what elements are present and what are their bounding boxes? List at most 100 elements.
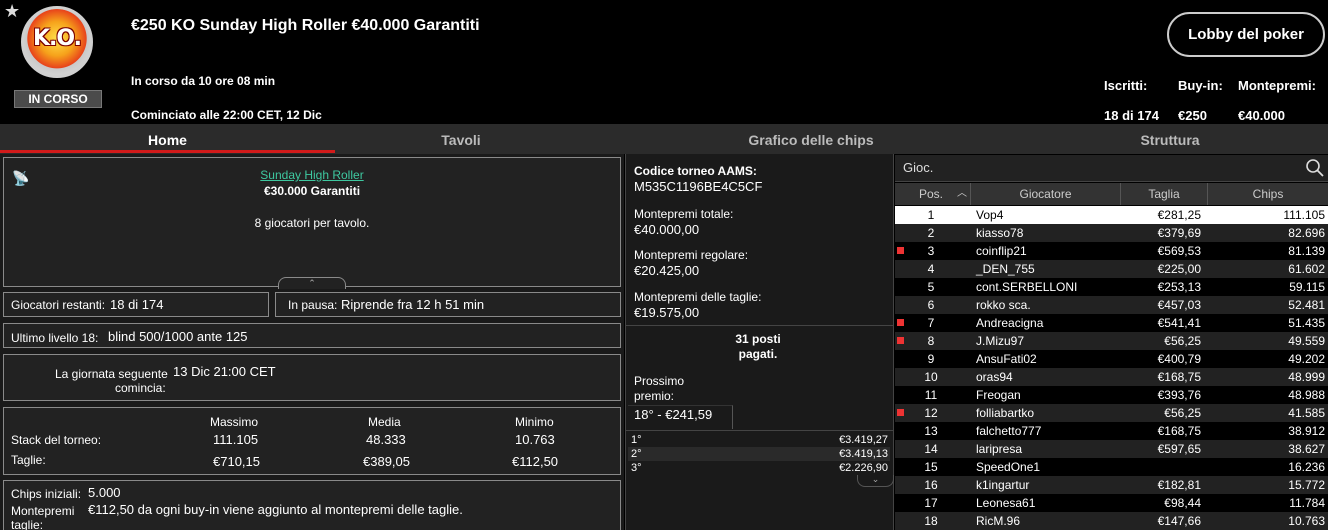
tab-tables[interactable]: Tavoli [335,124,587,154]
row-chips: 38.627 [1288,442,1325,456]
row-player-name: cont.SERBELLONI [976,280,1078,294]
row-player-name: Andreacigna [976,316,1044,330]
column-header-player[interactable]: Giocatore [971,183,1121,205]
table-row[interactable]: 18 RicM.96 €147,66 10.763 [895,512,1328,530]
table-row[interactable]: 3 coinflip21 €569,53 81.139 [895,242,1328,260]
prize-row: 3° €2.226,90 [628,461,890,475]
row-player-name: Leonesa61 [976,496,1036,510]
row-position: 6 [927,298,935,312]
stack-min-header: Minimo [515,415,554,429]
row-position: 7 [927,316,935,330]
start-time: Cominciato alle 22:00 CET, 12 Dic [131,108,322,122]
collapse-chevron-icon[interactable]: ⌃ [278,277,346,289]
row-chips: 82.696 [1288,226,1325,240]
table-row[interactable]: 14 laripresa €597,65 38.627 [895,440,1328,458]
tab-structure[interactable]: Struttura [1000,124,1328,154]
sort-chevron-up-icon[interactable]: ︿ [957,183,967,205]
flag-icon [897,409,904,416]
row-chips: 38.912 [1288,424,1325,438]
active-tab-indicator [0,150,335,153]
row-chips: 16.236 [1288,460,1325,474]
table-row[interactable]: 4 _DEN_755 €225,00 61.602 [895,260,1328,278]
row-player-name: k1ingartur [976,478,1030,492]
paid-places-2: pagati. [738,347,778,361]
row-player-name: RicM.96 [976,514,1021,528]
row-chips: 51.435 [1288,316,1325,330]
row-bounty: €182,81 [1157,478,1201,492]
table-row[interactable]: 15 SpeedOne1 16.236 [895,458,1328,476]
poker-lobby-button[interactable]: Lobby del poker [1167,12,1325,57]
table-row[interactable]: 16 k1ingartur €182,81 15.772 [895,476,1328,494]
next-day-label: La giornata seguente [55,367,168,381]
regular-prize-value: €20.425,00 [634,263,700,278]
tournament-title: €250 KO Sunday High Roller €40.000 Garan… [131,17,480,34]
row-chips: 15.772 [1288,478,1325,492]
row-player-name: _DEN_755 [976,262,1035,276]
tab-chip-chart[interactable]: Grafico delle chips [620,124,1002,154]
favorite-star-icon[interactable]: ★ [4,2,20,20]
buyin-value: €250 [1178,108,1207,123]
row-player-name: oras94 [976,370,1013,384]
row-player-name: rokko sca. [976,298,1031,312]
row-chips: 59.115 [1289,280,1325,294]
column-header-position[interactable]: Pos. ︿ [895,183,971,205]
row-position: 12 [924,406,938,420]
row-position: 4 [927,262,935,276]
table-row[interactable]: 12 folliabartko €56,25 41.585 [895,404,1328,422]
row-position: 18 [924,514,938,528]
bounty-avg-value: €389,05 [363,454,410,469]
column-header-chips[interactable]: Chips [1208,183,1328,205]
table-row[interactable]: 7 Andreacigna €541,41 51.435 [895,314,1328,332]
search-icon[interactable] [1305,158,1325,178]
row-position: 8 [927,334,935,348]
table-row[interactable]: 1 Vop4 €281,25 111.105 [895,206,1328,224]
pause-value: Riprende fra 12 h 51 min [341,297,485,312]
registered-value: 18 di 174 [1104,108,1159,123]
column-header-bounty[interactable]: Taglia [1121,183,1208,205]
next-day-value: 13 Dic 21:00 CET [173,364,276,379]
table-row[interactable]: 17 Leonesa61 €98,44 11.784 [895,494,1328,512]
table-row[interactable]: 9 AnsuFati02 €400,79 49.202 [895,350,1328,368]
row-position: 3 [927,244,935,258]
remaining-players-label: Giocatori restanti: [11,298,106,312]
table-row[interactable]: 2 kiasso78 €379,69 82.696 [895,224,1328,242]
last-level-value: blind 500/1000 ante 125 [108,329,248,344]
initial-chips-value: 5.000 [88,485,121,500]
initial-chips-label: Chips iniziali: [11,487,82,501]
row-bounty: €393,76 [1157,388,1201,402]
row-chips: 111.105 [1283,208,1325,222]
stack-avg-value: 48.333 [366,432,406,447]
row-position: 9 [927,352,935,366]
bounty-max-value: €710,15 [213,454,260,469]
prizepool-label: Montepremi: [1238,78,1316,93]
table-row[interactable]: 13 falchetto777 €168,75 38.912 [895,422,1328,440]
row-player-name: Freogan [976,388,1021,402]
row-chips: 48.999 [1288,370,1325,384]
satellite-link[interactable]: Sunday High Roller [3,168,621,182]
row-bounty: €56,25 [1164,334,1201,348]
table-row[interactable]: 11 Freogan €393,76 48.988 [895,386,1328,404]
aams-code-value: M535C1196BE4C5CF [634,179,763,194]
table-row[interactable]: 5 cont.SERBELLONI €253,13 59.115 [895,278,1328,296]
expand-chevron-icon[interactable]: ⌄ [857,475,894,487]
running-time: In corso da 10 ore 08 min [131,74,276,88]
row-chips: 52.481 [1288,298,1325,312]
row-bounty [1121,458,1201,476]
total-prize-value: €40.000,00 [634,222,700,237]
last-level-label: Ultimo livello 18: [11,331,99,345]
row-bounty: €281,25 [1157,208,1201,222]
row-chips: 61.602 [1288,262,1325,276]
stack-min-value: 10.763 [515,432,555,447]
row-position: 13 [924,424,938,438]
row-player-name: SpeedOne1 [976,460,1041,474]
table-row[interactable]: 8 J.Mizu97 €56,25 49.559 [895,332,1328,350]
row-position: 15 [924,460,938,474]
row-position: 5 [927,280,935,294]
regular-prize-label: Montepremi regolare: [634,248,749,262]
divider [626,325,894,326]
table-row[interactable]: 10 oras94 €168,75 48.999 [895,368,1328,386]
registered-label: Iscritti: [1104,78,1148,93]
player-search-input[interactable]: Gioc. [903,160,933,175]
next-prize-label: Prossimo [634,374,685,388]
table-row[interactable]: 6 rokko sca. €457,03 52.481 [895,296,1328,314]
